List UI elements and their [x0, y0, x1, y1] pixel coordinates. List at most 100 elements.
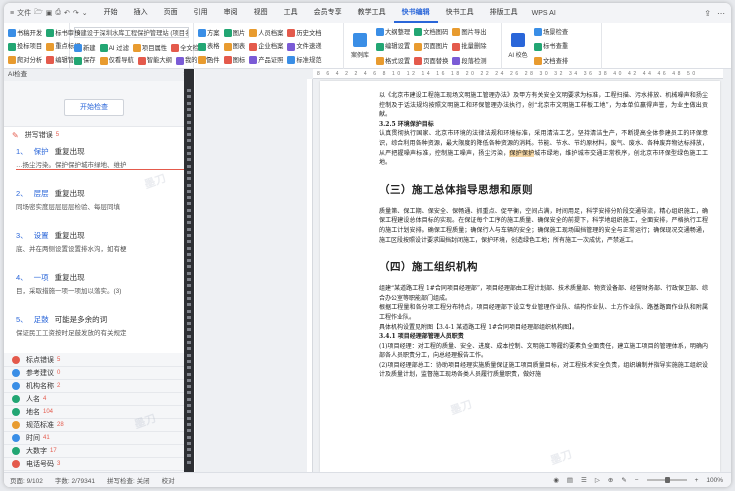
menu-icon[interactable]: ≡ [10, 10, 14, 17]
error-item[interactable]: 4、 一项 重复出现 目，采取措施一项一项加以落实。(3) [4, 272, 184, 295]
category-item[interactable]: 地名 104 [4, 406, 184, 419]
ribbon-button[interactable]: 保存 [74, 55, 96, 65]
category-count: 2 [57, 383, 61, 389]
redo-icon[interactable]: ↷ [73, 9, 79, 17]
zoom-level[interactable]: 100% [706, 477, 723, 484]
outline-view-icon[interactable]: ☰ [581, 476, 587, 484]
ribbon-button[interactable]: 文档图码 [414, 27, 448, 37]
error-item[interactable]: 2、 层层 重复出现 同场密实度层层层层检验、每层同填 [4, 188, 184, 211]
zoom-out-icon[interactable]: − [635, 477, 639, 484]
category-item[interactable]: 大数字 17 [4, 445, 184, 458]
quick-toolbar: ≡ 文件 🗁 ▣ ⎙ ↶ ↷ ⌄ [10, 8, 88, 19]
ribbon-button[interactable]: 文档查排 [534, 56, 568, 65]
tab-7[interactable]: 会员专享 [306, 3, 350, 23]
ribbon-button[interactable]: 图标 [223, 55, 245, 65]
error-item[interactable]: 1、 保护 重复出现 …扬尘污染。保护保护城市绿地、维护 [4, 146, 184, 170]
case-library-button[interactable]: 案例库 [348, 26, 372, 66]
save-icon[interactable]: ▣ [46, 9, 53, 17]
category-item[interactable]: 机构名称 2 [4, 380, 184, 393]
zoom-in-icon[interactable]: + [695, 477, 699, 484]
ribbon-button[interactable]: 段落检测 [452, 56, 487, 65]
highlighted-error[interactable]: 保护保护 [509, 149, 535, 157]
category-item[interactable]: 时间 41 [4, 432, 184, 445]
horizontal-ruler[interactable]: 8 6 4 2 2 4 6 8 10 12 14 16 18 20 22 24 … [313, 69, 723, 79]
more-icon[interactable]: ⋯ [717, 9, 725, 18]
tab-2[interactable]: 页面 [156, 3, 186, 23]
ribbon-button[interactable]: 爬对分析 [8, 55, 42, 65]
ribbon-button[interactable]: 标准规范 [287, 55, 322, 65]
ribbon: 书稿开发 标书审核 投标项目 重点标记 爬对分析 编辑管理 9建设于深圳水库工程保护管理站… [4, 23, 731, 69]
tab-10[interactable]: 快书工具 [438, 3, 482, 23]
zoom-slider[interactable] [646, 477, 687, 483]
ribbon-button[interactable]: 格式设置 [376, 56, 410, 65]
tab-11[interactable]: 排版工具 [482, 3, 526, 23]
ribbon-button[interactable]: 图表 [223, 41, 245, 51]
play-icon[interactable]: ▷ [595, 476, 600, 484]
pen-icon[interactable]: ✎ [621, 476, 626, 484]
web-view-icon[interactable]: ⊕ [608, 476, 613, 484]
ribbon-button[interactable]: 项目属性 [132, 43, 167, 53]
category-item[interactable]: 参考建议 0 [4, 367, 184, 380]
ribbon-button[interactable]: 场景检查 [534, 27, 568, 37]
tab-0[interactable]: 开始 [96, 3, 126, 23]
tab-5[interactable]: 视图 [246, 3, 276, 23]
tab-6[interactable]: 工具 [276, 3, 306, 23]
category-count: 3 [57, 461, 61, 467]
category-item[interactable]: 人名 4 [4, 393, 184, 406]
ai-proofread-button[interactable]: AI 校色 [506, 26, 530, 66]
proofread-status[interactable]: 校对 [162, 475, 175, 485]
ribbon-button[interactable]: 图片导出 [452, 27, 487, 37]
ribbon-button[interactable]: 仅看导航 [99, 55, 134, 65]
ribbon-button[interactable]: 书稿开发 [8, 28, 42, 37]
ribbon-button[interactable]: 图片 [223, 28, 245, 37]
chevron-down-icon[interactable]: ⌄ [82, 9, 88, 17]
wps-ai-button[interactable]: WPS AI [532, 10, 556, 17]
ribbon-button[interactable]: 大纲整理 [376, 27, 410, 37]
start-check-button[interactable]: 开始检查 [64, 99, 124, 116]
tab-1[interactable]: 插入 [126, 3, 156, 23]
share-icon[interactable]: ⇪ [704, 9, 711, 18]
ribbon-button[interactable]: 标书查重 [534, 41, 568, 51]
print-icon[interactable]: ⎙ [55, 9, 61, 17]
tool-icon [171, 44, 180, 53]
ribbon-button[interactable]: 文件速递 [287, 41, 322, 51]
paragraph: 具体机构设置见附图【3.4-1 某道路工程 1#合同项目经理部组织机构图】。 [379, 323, 579, 331]
ribbon-button[interactable]: 历史文档 [287, 28, 322, 37]
error-item[interactable]: 5、 足鼓 可能是多余的词 保证民工工资按时足鼓发放的有关规定 [4, 314, 184, 337]
ribbon-button[interactable]: 表格 [198, 41, 220, 51]
ribbon-button[interactable]: 新建 [74, 43, 96, 53]
category-item[interactable]: 规范标准 28 [4, 419, 184, 432]
spell-check-status[interactable]: 拼写检查: 关闭 [107, 475, 150, 485]
word-count[interactable]: 字数: 2/79341 [55, 475, 95, 485]
ribbon-button[interactable]: 页面图片 [414, 41, 448, 51]
project-selector[interactable]: 9建设于深圳水库工程保护管理站 (项目名称) [74, 27, 189, 39]
page-indicator[interactable]: 页面: 9/102 [10, 475, 43, 485]
page-view-icon[interactable]: ▤ [567, 476, 573, 484]
file-menu[interactable]: 文件 [17, 8, 31, 18]
open-icon[interactable]: 🗁 [34, 8, 43, 19]
tab-8[interactable]: 教学工具 [350, 3, 394, 23]
undo-icon[interactable]: ↶ [64, 9, 70, 17]
error-item[interactable]: 3、 设置 重复出现 底、并在两侧设置设置排水沟，如有梗 [4, 230, 184, 253]
category-item[interactable]: 标点错误 5 [4, 354, 184, 367]
ribbon-button[interactable]: 投标项目 [8, 41, 42, 51]
ribbon-button[interactable]: 人员档案 [249, 28, 283, 37]
category-item[interactable]: 电话号码 3 [4, 458, 184, 471]
ribbon-button[interactable]: 企业档案 [249, 41, 283, 51]
ribbon-button[interactable]: 函件 [198, 55, 220, 65]
document-page[interactable]: 以《北京市建设工程施工现场文明施工管理办法》及甲方有关安全文明要求为标准，工程扫… [320, 81, 720, 472]
tab-3[interactable]: 引用 [186, 3, 216, 23]
ribbon-button[interactable]: 方案 [198, 28, 220, 37]
vertical-ruler[interactable] [307, 79, 313, 472]
ribbon-button[interactable]: 产品证照 [249, 55, 283, 65]
ribbon-button[interactable]: 编辑设置 [376, 41, 410, 51]
eye-icon[interactable]: ◉ [553, 476, 559, 484]
tab-9[interactable]: 快书编辑 [393, 3, 438, 23]
ribbon-button[interactable]: 智能大纲 [137, 55, 172, 65]
tab-4[interactable]: 审阅 [216, 3, 246, 23]
ribbon-button[interactable]: 批量删除 [452, 41, 487, 51]
ribbon-button[interactable]: AI 过滤 [99, 43, 129, 53]
tool-icon [249, 56, 258, 65]
panel-scrollbar[interactable] [184, 69, 194, 472]
ribbon-button[interactable]: 页面替换 [414, 56, 448, 65]
